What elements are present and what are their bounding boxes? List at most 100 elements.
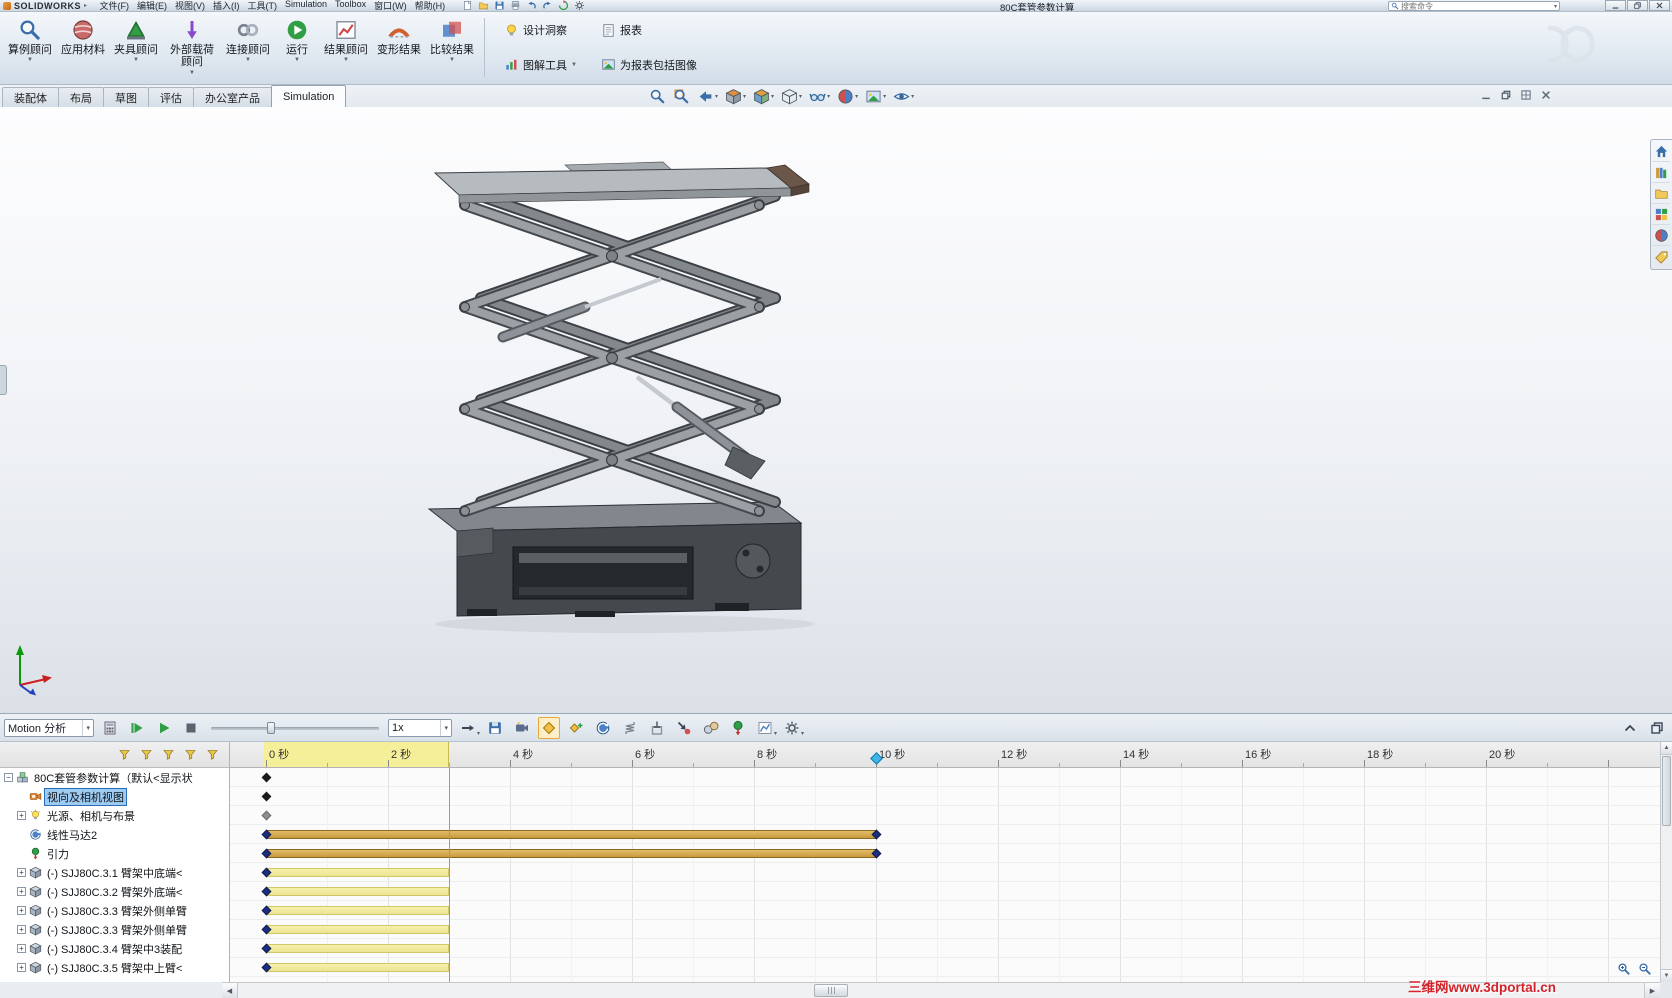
- doc-close-button[interactable]: [1538, 88, 1554, 102]
- filter-driving-button[interactable]: [159, 745, 177, 765]
- motion-tree-row[interactable]: + (-) SJJ80C.3.3 臂架外侧单臂: [0, 920, 229, 939]
- save-button[interactable]: [493, 0, 506, 11]
- timeline-vscrollbar[interactable]: ▲ ▼: [1660, 742, 1672, 982]
- spring-button[interactable]: [619, 717, 641, 739]
- scissor-lift-model[interactable]: [415, 159, 885, 679]
- scroll-down-icon[interactable]: ▼: [1661, 969, 1672, 982]
- previous-view-button[interactable]: ▾: [696, 87, 719, 105]
- view-settings-button[interactable]: ▾: [892, 87, 915, 105]
- zoom-to-area-button[interactable]: [672, 87, 691, 105]
- motion-tree-label[interactable]: (-) SJJ80C.3.3 臂架外侧单臂: [45, 903, 189, 919]
- search-dropdown-icon[interactable]: ▾: [1554, 3, 1557, 10]
- play-button[interactable]: [153, 717, 175, 739]
- timeline-zoom-in-button[interactable]: [1615, 960, 1633, 978]
- expand-icon[interactable]: +: [17, 906, 26, 915]
- expand-icon[interactable]: +: [17, 868, 26, 877]
- menu-item[interactable]: 工具(T): [244, 0, 282, 11]
- ribbon-small-button[interactable]: 设计洞察: [499, 14, 582, 47]
- redo-button[interactable]: [541, 0, 554, 11]
- contact-button[interactable]: [700, 717, 722, 739]
- timeline-row[interactable]: [230, 844, 1660, 863]
- commandmanager-tab[interactable]: Simulation: [271, 85, 347, 107]
- timeline-zoom-out-button[interactable]: [1636, 960, 1654, 978]
- ribbon-small-button[interactable]: 图解工具 ▼: [499, 49, 582, 82]
- motion-tree-row[interactable]: + (-) SJJ80C.3.3 臂架外侧单臂: [0, 901, 229, 920]
- menu-item[interactable]: 视图(V): [171, 0, 209, 11]
- display-style-button[interactable]: ▾: [780, 87, 803, 105]
- hscroll-thumb[interactable]: [814, 984, 849, 997]
- graphics-area[interactable]: [0, 107, 1672, 713]
- search-input[interactable]: [1401, 2, 1552, 10]
- animation-wizard-button[interactable]: [511, 717, 533, 739]
- key-point[interactable]: [261, 791, 271, 802]
- hide-show-items-button[interactable]: ▾: [808, 87, 831, 105]
- zoom-to-fit-button[interactable]: [648, 87, 667, 105]
- vscroll-track[interactable]: [1661, 827, 1672, 969]
- scroll-left-icon[interactable]: ◀: [222, 983, 238, 998]
- results-plots-button[interactable]: ▾: [754, 717, 777, 739]
- vscroll-thumb[interactable]: [1662, 756, 1671, 826]
- collapse-icon[interactable]: −: [4, 773, 13, 782]
- motor-button[interactable]: [592, 717, 614, 739]
- playback-mode-button[interactable]: ▾: [457, 717, 480, 739]
- motion-tree-row[interactable]: −引力: [0, 844, 229, 863]
- timebar-slider[interactable]: [211, 720, 379, 736]
- ribbon-button[interactable]: 结果顾问 ▼: [320, 14, 372, 81]
- component-duration-bar[interactable]: [266, 944, 449, 953]
- filter-no-filter-button[interactable]: [115, 745, 133, 765]
- taskpane-tab-file-explorer[interactable]: [1652, 184, 1670, 204]
- ribbon-button[interactable]: 夹具顾问 ▼: [110, 14, 162, 81]
- key-point[interactable]: [261, 810, 271, 821]
- timeline-row[interactable]: [230, 901, 1660, 920]
- filter-selected-button[interactable]: [181, 745, 199, 765]
- ribbon-button[interactable]: 连接顾问 ▼: [222, 14, 274, 81]
- motion-tree-label[interactable]: (-) SJJ80C.3.4 臂架中3装配: [45, 941, 184, 957]
- save-animation-button[interactable]: [484, 717, 506, 739]
- motion-properties-button[interactable]: ▾: [781, 717, 804, 739]
- motion-tree-label[interactable]: (-) SJJ80C.3.1 臂架中底端<: [45, 865, 184, 881]
- menu-item[interactable]: Toolbox: [331, 0, 370, 11]
- commandmanager-tab[interactable]: 布局: [58, 87, 104, 107]
- timeline-row[interactable]: [230, 958, 1660, 977]
- damper-button[interactable]: [646, 717, 668, 739]
- menu-item[interactable]: 窗口(W): [370, 0, 411, 11]
- key-point[interactable]: [261, 772, 271, 783]
- motion-tree-row[interactable]: −视向及相机视图: [0, 787, 229, 806]
- timeline-row[interactable]: [230, 920, 1660, 939]
- timeline-row[interactable]: [230, 768, 1660, 787]
- playback-speed-select[interactable]: 1x ▾: [388, 718, 452, 737]
- apply-scene-button[interactable]: ▾: [864, 87, 887, 105]
- motion-tree-label[interactable]: 线性马达2: [45, 827, 99, 843]
- window-minimize-button[interactable]: [1605, 0, 1626, 11]
- command-search[interactable]: ▾: [1388, 1, 1560, 11]
- motor-duration-bar[interactable]: [266, 849, 876, 858]
- rebuild-button[interactable]: [557, 0, 570, 11]
- component-duration-bar[interactable]: [266, 925, 449, 934]
- collapse-motionmanager-button[interactable]: [1619, 717, 1641, 739]
- taskpane-tab-appearances-scenes[interactable]: [1652, 226, 1670, 246]
- gravity-button[interactable]: [727, 717, 749, 739]
- ribbon-button[interactable]: 比较结果 ▼: [426, 14, 478, 81]
- study-type-select[interactable]: Motion 分析 ▾: [4, 718, 94, 737]
- ribbon-button[interactable]: 运行 ▼: [275, 14, 319, 81]
- component-duration-bar[interactable]: [266, 963, 449, 972]
- stop-button[interactable]: [180, 717, 202, 739]
- ribbon-button[interactable]: 应用材料: [57, 14, 109, 81]
- commandmanager-tab[interactable]: 装配体: [2, 87, 59, 107]
- taskpane-tab-custom-properties[interactable]: [1652, 247, 1670, 267]
- window-close-button[interactable]: [1649, 0, 1670, 11]
- commandmanager-tab[interactable]: 评估: [148, 87, 194, 107]
- motion-tree-label[interactable]: 光源、相机与布景: [45, 808, 137, 824]
- timeline-row[interactable]: [230, 939, 1660, 958]
- motion-tree-row[interactable]: + (-) SJJ80C.3.5 臂架中上臂<: [0, 958, 229, 977]
- expand-icon[interactable]: +: [17, 944, 26, 953]
- filter-animated-button[interactable]: [137, 745, 155, 765]
- calculate-button[interactable]: [99, 717, 121, 739]
- expand-icon[interactable]: +: [17, 963, 26, 972]
- undo-button[interactable]: [525, 0, 538, 11]
- taskpane-tab-resources-home[interactable]: [1652, 142, 1670, 162]
- component-duration-bar[interactable]: [266, 887, 449, 896]
- scroll-right-icon[interactable]: ▶: [1644, 983, 1660, 998]
- timeline-row[interactable]: [230, 825, 1660, 844]
- motion-tree-row[interactable]: −线性马达2: [0, 825, 229, 844]
